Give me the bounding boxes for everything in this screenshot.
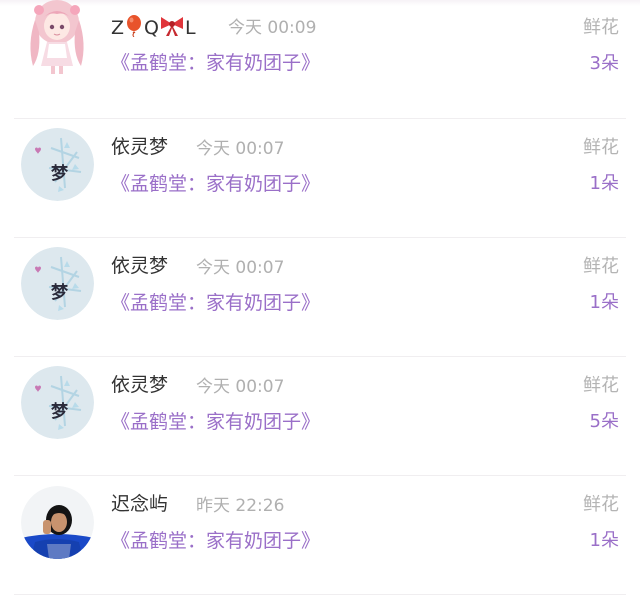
book-title-link[interactable]: 《孟鹤堂：家有奶团子》	[111, 172, 320, 196]
user-name[interactable]: ZQ L	[111, 15, 196, 42]
list-item[interactable]: ZQ L 今天 00:09 《孟鹤堂：家有奶团子》 鲜花 3朵	[0, 0, 640, 119]
list-item[interactable]: 梦 依灵梦 今天 00:07 《孟鹤堂：家有奶团子》 鲜花 5朵	[0, 357, 640, 476]
book-title-link[interactable]: 《孟鹤堂：家有奶团子》	[111, 529, 320, 553]
name-part: Q	[144, 17, 159, 39]
meng-glyph: 梦	[51, 401, 69, 422]
avatar[interactable]: 梦	[21, 128, 94, 201]
gift-count: 1朵	[589, 173, 619, 194]
meng-character-avatar-icon: 梦	[21, 128, 94, 201]
list-item[interactable]: 迟念屿 昨天 22:26 《孟鹤堂：家有奶团子》 鲜花 1朵	[0, 476, 640, 595]
name-part: L	[185, 17, 196, 39]
user-name[interactable]: 依灵梦	[111, 136, 168, 158]
timestamp: 今天 00:07	[196, 258, 285, 278]
photo-person-avatar-icon	[21, 486, 94, 559]
user-name[interactable]: 依灵梦	[111, 255, 168, 277]
timestamp: 昨天 22:26	[196, 496, 285, 516]
timestamp: 今天 00:07	[196, 139, 285, 159]
user-name[interactable]: 依灵梦	[111, 374, 168, 396]
gift-count: 5朵	[589, 411, 619, 432]
meng-glyph: 梦	[51, 163, 69, 184]
gift-count: 3朵	[589, 53, 619, 74]
avatar[interactable]: 梦	[21, 247, 94, 320]
avatar[interactable]: 梦	[21, 366, 94, 439]
gift-type-label: 鲜花	[583, 137, 619, 158]
gift-record-list: ZQ L 今天 00:09 《孟鹤堂：家有奶团子》 鲜花 3朵 梦 依灵梦 今天 …	[0, 0, 640, 595]
meng-character-avatar-icon: 梦	[21, 247, 94, 320]
balloon-icon	[124, 15, 144, 42]
book-title-link[interactable]: 《孟鹤堂：家有奶团子》	[111, 410, 320, 434]
avatar[interactable]	[21, 486, 94, 559]
user-name[interactable]: 迟念屿	[111, 493, 168, 515]
timestamp: 今天 00:09	[228, 18, 317, 38]
meng-glyph: 梦	[51, 282, 69, 303]
gift-count: 1朵	[589, 292, 619, 313]
gift-type-label: 鲜花	[583, 17, 619, 38]
gift-count: 1朵	[589, 530, 619, 551]
anime-girl-avatar-icon	[30, 0, 84, 74]
gift-type-label: 鲜花	[583, 375, 619, 396]
book-title-link[interactable]: 《孟鹤堂：家有奶团子》	[111, 291, 320, 315]
book-title-link[interactable]: 《孟鹤堂：家有奶团子》	[111, 51, 320, 75]
avatar[interactable]	[21, 0, 94, 74]
gift-type-label: 鲜花	[583, 494, 619, 515]
meng-character-avatar-icon: 梦	[21, 366, 94, 439]
list-item[interactable]: 梦 依灵梦 今天 00:07 《孟鹤堂：家有奶团子》 鲜花 1朵	[0, 238, 640, 357]
timestamp: 今天 00:07	[196, 377, 285, 397]
ribbon-bow-icon	[159, 15, 185, 42]
list-item[interactable]: 梦 依灵梦 今天 00:07 《孟鹤堂：家有奶团子》 鲜花 1朵	[0, 119, 640, 238]
name-part: Z	[111, 17, 125, 39]
gift-type-label: 鲜花	[583, 256, 619, 277]
